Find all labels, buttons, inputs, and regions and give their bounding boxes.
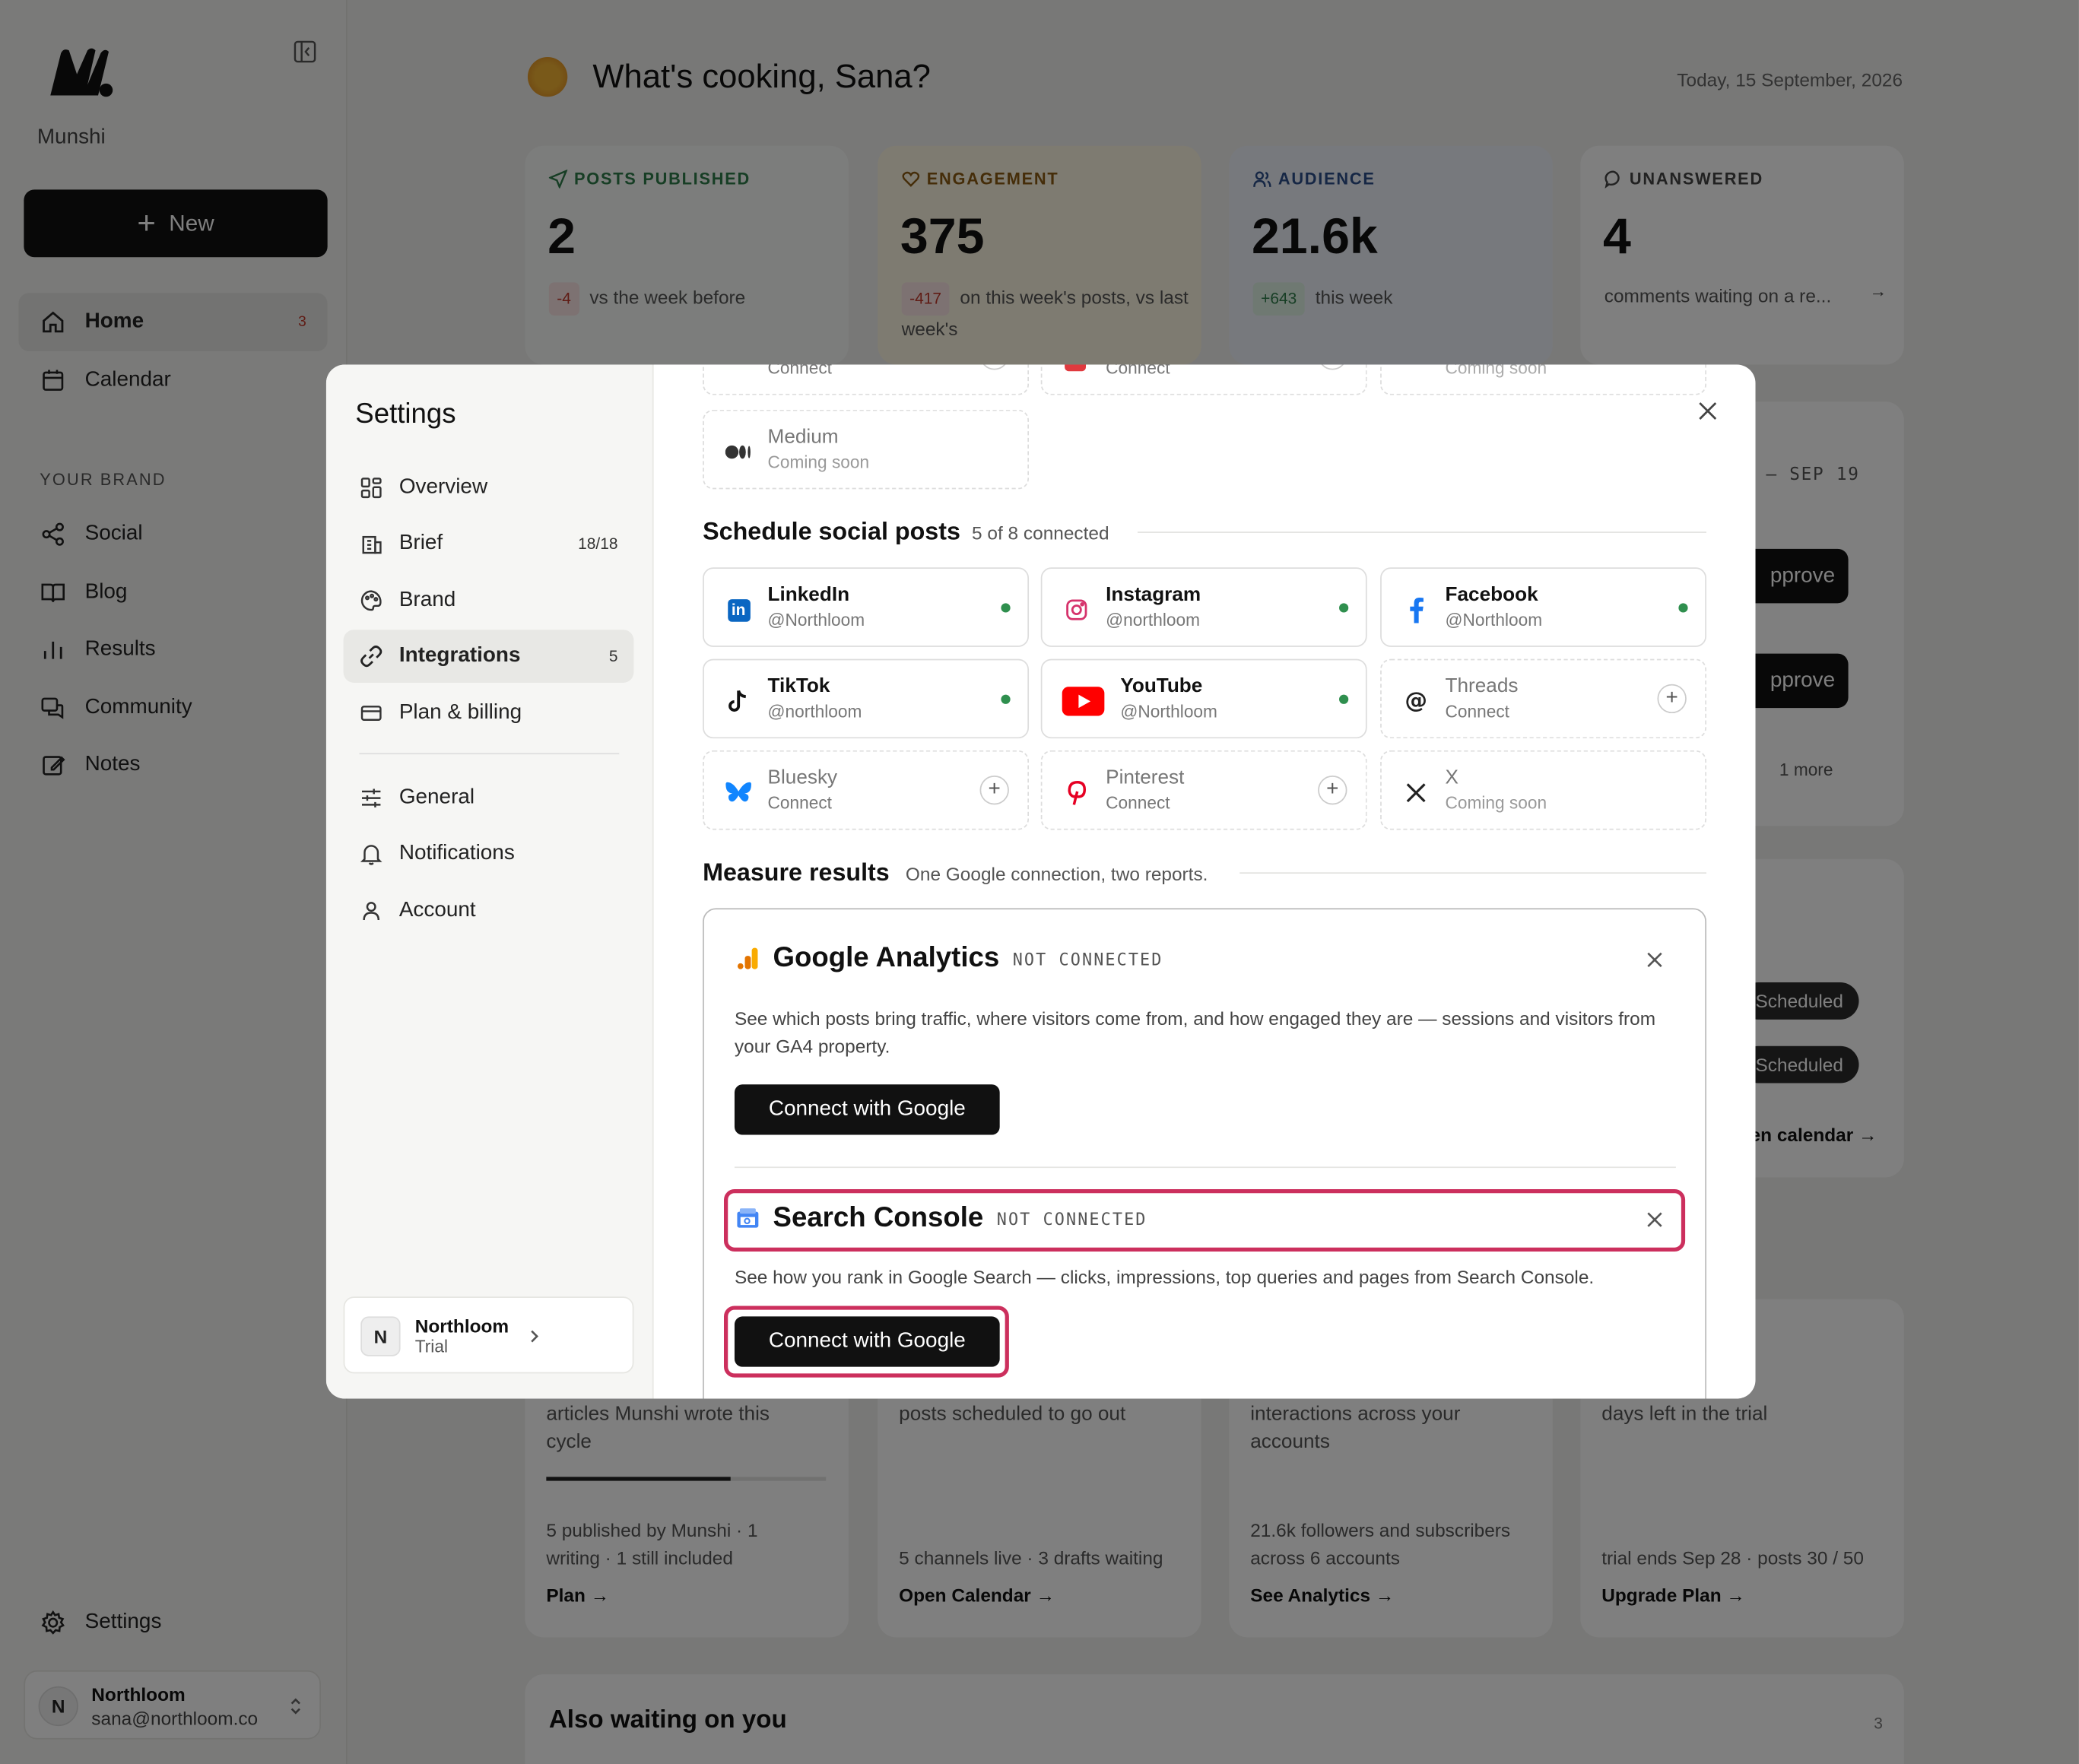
close-icon[interactable] <box>1697 401 1719 422</box>
add-icon: + <box>979 364 1009 370</box>
credit-card-icon <box>360 706 382 721</box>
chevron-right-icon <box>531 1330 539 1343</box>
settings-title: Settings <box>355 398 456 430</box>
connected-indicator <box>1001 603 1011 613</box>
sliders-icon <box>362 788 381 807</box>
workspace-switcher[interactable]: N Northloom Trial <box>343 1296 634 1374</box>
tiktok-icon <box>722 685 754 717</box>
pinterest-icon <box>1061 777 1093 809</box>
user-icon <box>363 902 380 921</box>
building-icon <box>362 535 382 554</box>
integration-tile-instagram[interactable]: Instagram @northloom <box>1040 567 1367 647</box>
link-icon <box>360 646 382 668</box>
app-icon <box>1065 364 1087 372</box>
workspace-avatar: N <box>360 1316 401 1356</box>
grid-icon <box>360 477 382 499</box>
connect-google-analytics-button[interactable]: Connect with Google <box>734 1084 1000 1135</box>
palette-icon <box>360 590 382 611</box>
section-title-social: Schedule social posts <box>703 517 960 545</box>
bluesky-icon <box>722 777 754 809</box>
connected-indicator <box>1339 603 1349 613</box>
measure-subtitle: One Google connection, two reports. <box>905 863 1208 884</box>
google-analytics-title: Google Analytics NOT CONNECTED <box>736 943 1163 975</box>
close-icon[interactable] <box>1647 1212 1663 1228</box>
integration-tile: Coming soon <box>1380 364 1707 395</box>
search-console-icon <box>737 1208 759 1228</box>
status-badge: NOT CONNECTED <box>1012 948 1163 969</box>
google-analytics-description: See which posts bring traffic, where vis… <box>734 1007 1656 1057</box>
integration-tile-facebook[interactable]: Facebook @Northloom <box>1380 567 1707 647</box>
settings-nav-brand[interactable]: Brand <box>344 574 634 627</box>
instagram-icon <box>1061 594 1093 626</box>
settings-nav-integrations[interactable]: Integrations 5 <box>343 630 634 683</box>
add-icon: + <box>1318 364 1347 370</box>
settings-sidebar: Settings Overview Brief 18/18 Brand Inte… <box>325 364 654 1399</box>
divider <box>359 753 620 755</box>
section-title-measure: Measure results <box>703 858 890 886</box>
integration-tile[interactable]: Connect + <box>703 364 1030 395</box>
integrations-panel: Connect + Connect + Coming soon Medium C… <box>654 364 1756 1399</box>
linkedin-icon: in <box>722 594 754 626</box>
settings-nav-notifications[interactable]: Notifications <box>344 827 634 880</box>
settings-nav-account[interactable]: Account <box>344 884 634 938</box>
settings-nav-general[interactable]: General <box>344 772 634 825</box>
close-icon[interactable] <box>1647 952 1663 968</box>
settings-nav-plan-billing[interactable]: Plan & billing <box>344 687 634 740</box>
google-integrations-box: Google Analytics NOT CONNECTED See which… <box>703 908 1707 1399</box>
settings-modal: Settings Overview Brief 18/18 Brand Inte… <box>325 364 1756 1399</box>
bell-icon <box>360 845 382 865</box>
connected-indicator <box>1678 603 1688 613</box>
threads-icon: @ <box>1405 687 1427 715</box>
integration-tile-x: X Coming soon <box>1380 750 1707 830</box>
settings-nav-brief[interactable]: Brief 18/18 <box>344 517 634 570</box>
medium-icon <box>722 436 754 468</box>
search-console-title: Search Console NOT CONNECTED <box>736 1202 1147 1234</box>
integration-tile-pinterest[interactable]: Pinterest Connect + <box>1040 750 1367 830</box>
integration-tile-linkedin[interactable]: in LinkedIn @Northloom <box>703 567 1030 647</box>
integration-tile-threads[interactable]: @ Threads Connect + <box>1380 658 1707 739</box>
integration-tile[interactable]: Connect + <box>1040 364 1367 395</box>
google-analytics-icon <box>737 947 758 969</box>
add-icon[interactable]: + <box>1657 684 1687 714</box>
connected-indicator <box>1001 694 1011 704</box>
integration-tile-tiktok[interactable]: TikTok @northloom <box>703 658 1030 739</box>
add-icon[interactable]: + <box>979 776 1009 805</box>
x-logo-icon <box>1400 777 1432 809</box>
add-icon[interactable]: + <box>1318 776 1347 805</box>
integration-tile-bluesky[interactable]: Bluesky Connect + <box>703 750 1030 830</box>
social-connected-count: 5 of 8 connected <box>972 522 1109 544</box>
integration-tile-medium: Medium Coming soon <box>703 409 1030 490</box>
search-console-description: See how you rank in Google Search — clic… <box>734 1266 1595 1288</box>
connect-search-console-button[interactable]: Connect with Google <box>734 1316 1000 1367</box>
status-badge: NOT CONNECTED <box>996 1208 1147 1229</box>
connected-indicator <box>1339 694 1349 704</box>
integration-tile-youtube[interactable]: YouTube @Northloom <box>1040 658 1367 739</box>
facebook-icon <box>1400 594 1432 626</box>
settings-nav-overview[interactable]: Overview <box>344 462 634 515</box>
youtube-icon <box>1061 685 1106 717</box>
